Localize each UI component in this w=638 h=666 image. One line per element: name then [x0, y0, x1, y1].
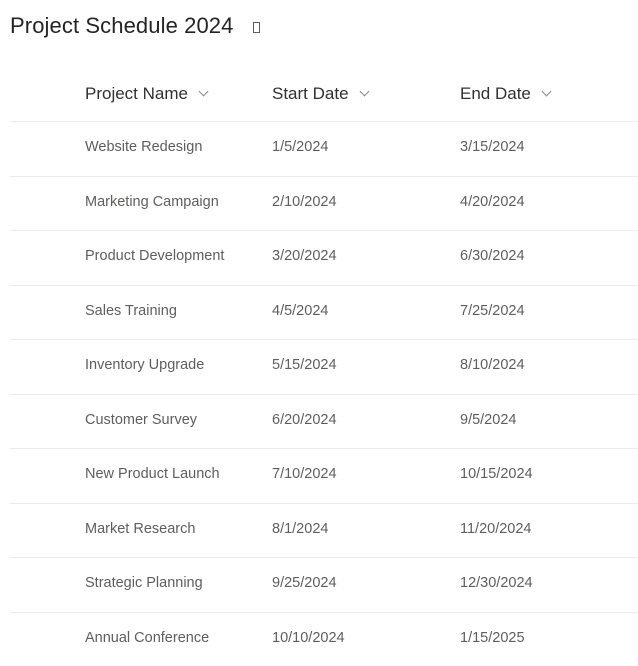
end-date-cell: 12/30/2024 — [460, 575, 533, 591]
project-name-cell: Annual Conference — [85, 630, 209, 646]
end-date-cell: 9/5/2024 — [460, 412, 516, 428]
project-name-cell: Product Development — [85, 248, 224, 264]
title-bar: Project Schedule 2024 — [10, 10, 260, 42]
table-row[interactable]: New Product Launch 7/10/2024 10/15/2024 — [10, 449, 638, 504]
start-date-cell: 5/15/2024 — [272, 357, 337, 373]
start-date-cell: 4/5/2024 — [272, 303, 328, 319]
project-name-cell: Customer Survey — [85, 412, 197, 428]
end-date-cell: 6/30/2024 — [460, 248, 525, 264]
project-name-cell: Inventory Upgrade — [85, 357, 204, 373]
chevron-down-icon[interactable] — [541, 87, 551, 97]
square-outline-icon[interactable] — [253, 22, 260, 33]
start-date-cell: 7/10/2024 — [272, 466, 337, 482]
column-header-project-name[interactable]: Project Name — [85, 84, 207, 104]
table-row[interactable]: Sales Training 4/5/2024 7/25/2024 — [10, 286, 638, 341]
end-date-cell: 3/15/2024 — [460, 139, 525, 155]
column-header-row: Project Name Start Date End Date — [10, 68, 638, 122]
project-name-cell: Marketing Campaign — [85, 194, 219, 210]
end-date-cell: 4/20/2024 — [460, 194, 525, 210]
project-list: Project Name Start Date End Date Website… — [10, 68, 638, 666]
end-date-cell: 10/15/2024 — [460, 466, 533, 482]
column-header-label: Start Date — [272, 84, 349, 104]
end-date-cell: 8/10/2024 — [460, 357, 525, 373]
start-date-cell: 2/10/2024 — [272, 194, 337, 210]
start-date-cell: 10/10/2024 — [272, 630, 345, 646]
project-name-cell: Market Research — [85, 521, 195, 537]
table-row[interactable]: Website Redesign 1/5/2024 3/15/2024 — [10, 122, 638, 177]
table-row[interactable]: Annual Conference 10/10/2024 1/15/2025 — [10, 613, 638, 666]
start-date-cell: 3/20/2024 — [272, 248, 337, 264]
chevron-down-icon[interactable] — [359, 87, 369, 97]
table-row[interactable]: Market Research 8/1/2024 11/20/2024 — [10, 504, 638, 559]
chevron-down-icon[interactable] — [199, 87, 209, 97]
table-row[interactable]: Customer Survey 6/20/2024 9/5/2024 — [10, 395, 638, 450]
column-header-end-date[interactable]: End Date — [460, 84, 550, 104]
project-name-cell: New Product Launch — [85, 466, 220, 482]
column-header-start-date[interactable]: Start Date — [272, 84, 368, 104]
table-row[interactable]: Product Development 3/20/2024 6/30/2024 — [10, 231, 638, 286]
project-name-cell: Strategic Planning — [85, 575, 203, 591]
end-date-cell: 1/15/2025 — [460, 630, 525, 646]
end-date-cell: 7/25/2024 — [460, 303, 525, 319]
table-row[interactable]: Inventory Upgrade 5/15/2024 8/10/2024 — [10, 340, 638, 395]
table-row[interactable]: Strategic Planning 9/25/2024 12/30/2024 — [10, 558, 638, 613]
start-date-cell: 6/20/2024 — [272, 412, 337, 428]
page-title: Project Schedule 2024 — [10, 13, 233, 39]
start-date-cell: 1/5/2024 — [272, 139, 328, 155]
table-row[interactable]: Marketing Campaign 2/10/2024 4/20/2024 — [10, 177, 638, 232]
end-date-cell: 11/20/2024 — [460, 521, 532, 537]
start-date-cell: 9/25/2024 — [272, 575, 337, 591]
column-header-label: Project Name — [85, 84, 188, 104]
project-name-cell: Website Redesign — [85, 139, 202, 155]
column-header-label: End Date — [460, 84, 531, 104]
table-body: Website Redesign 1/5/2024 3/15/2024 Marketi… — [10, 122, 638, 666]
start-date-cell: 8/1/2024 — [272, 521, 328, 537]
project-name-cell: Sales Training — [85, 303, 177, 319]
